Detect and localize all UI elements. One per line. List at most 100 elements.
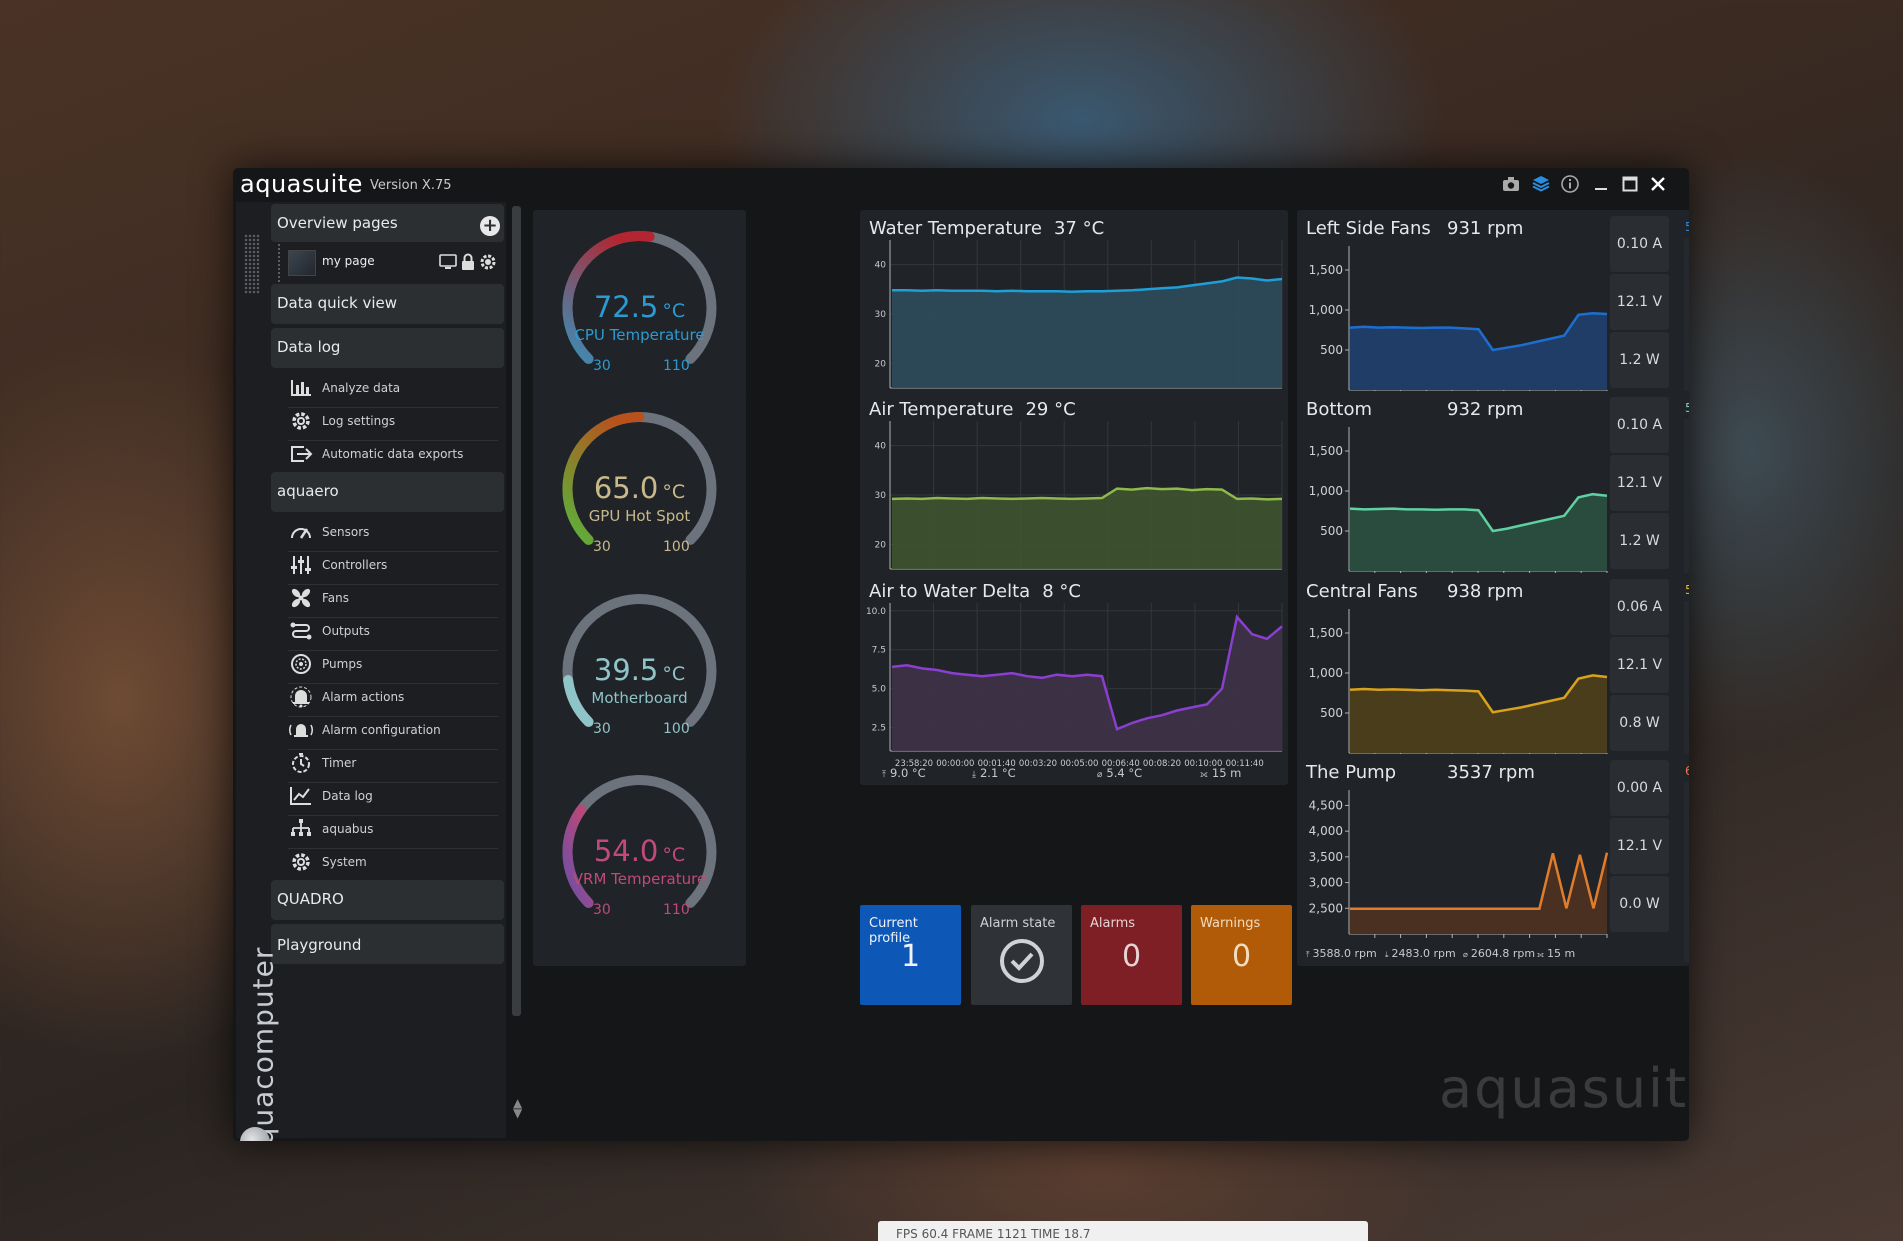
y-tick-label: 500 [1320, 706, 1343, 720]
status-tile-alarm-state[interactable]: Alarm state [971, 905, 1072, 1005]
line-chart-icon [288, 784, 316, 808]
dashboard: 72.5 °C CPU Temperature 30 110 65.0 °C GPU Hot … [525, 202, 1689, 1138]
y-tick-label: 1,500 [1309, 444, 1343, 458]
section-label: Data log [277, 338, 341, 356]
gauge-min: 30 [593, 902, 611, 918]
gauge-value: 39.5 °C [533, 653, 746, 687]
y-tick-label: 3,000 [1309, 876, 1343, 890]
y-tick-label: 1,500 [1309, 263, 1343, 277]
page-item-label: my page [322, 254, 375, 268]
add-page-icon[interactable]: + [480, 216, 500, 236]
gauge-number: 65.0 [593, 471, 659, 505]
series-area [1350, 852, 1607, 934]
y-tick-label: 2,500 [1309, 901, 1343, 915]
close-icon[interactable] [1647, 174, 1669, 194]
gauge-value: 72.5 °C [533, 290, 746, 324]
stat-icon: ⟗ [1537, 950, 1544, 959]
sidebar-item-label: Alarm actions [322, 690, 405, 704]
stat-value: 3588.0 rpm [1312, 947, 1377, 960]
lock-icon[interactable] [458, 252, 478, 272]
status-tile-warnings[interactable]: Warnings 0 [1191, 905, 1292, 1005]
fan-watt: 1.2 W [1610, 513, 1669, 569]
sidebar-item-system[interactable]: System [288, 844, 498, 882]
y-tick-label: 500 [1320, 343, 1343, 357]
gauge-card: 65.0 °C GPU Hot Spot 30 100 [533, 391, 746, 603]
layers-icon[interactable] [1530, 174, 1552, 194]
y-tick-label: 7.5 [872, 646, 886, 656]
fan-volt: 12.1 V [1610, 274, 1669, 330]
series-line [1350, 852, 1609, 911]
y-tick-label: 5.0 [872, 685, 887, 695]
stat-value: 5.4 °C [1106, 766, 1143, 780]
gauge-label: VRM Temperature [572, 870, 707, 888]
fan-amp: 0.10 A [1610, 216, 1669, 272]
gear-icon[interactable] [478, 252, 498, 272]
gauge-number: 54.0 [593, 834, 659, 868]
series-area [1350, 313, 1607, 390]
section-playground[interactable]: Playground [271, 924, 504, 964]
info-icon[interactable] [1559, 174, 1581, 194]
series-area [1350, 494, 1607, 571]
maximize-icon[interactable] [1619, 174, 1641, 194]
pump-icon [288, 652, 316, 676]
gauge-min: 30 [593, 721, 611, 737]
section-overview-pages[interactable]: Overview pages + [271, 204, 504, 242]
drag-handle[interactable] [244, 234, 260, 294]
gauge-max: 100 [663, 539, 690, 555]
minimize-icon[interactable] [1590, 174, 1612, 194]
app-window: aquasuite Version X.75 Overview pages + … [233, 168, 1689, 1141]
y-tick-label: 500 [1320, 524, 1343, 538]
section-aquaero[interactable]: aquaero [271, 472, 504, 512]
sidebar-item-automatic-data-exports[interactable]: Automatic data exports [288, 436, 498, 474]
fan-amp: 0.06 A [1610, 579, 1669, 635]
scroll-arrows-icon[interactable]: ▲ ▼ [513, 1097, 522, 1119]
sliders-icon [288, 553, 316, 577]
sidebar-item-label: aquabus [322, 822, 374, 836]
gauge-min: 30 [593, 358, 611, 374]
fan-stats: ⤒ 3588.0 rpm ⤓ 2483.0 rpm ⌀ 2604.8 rpm ⟗ 15 m [1297, 947, 1575, 961]
gauge-icon [288, 520, 316, 544]
section-data-quick-view[interactable]: Data quick view [271, 284, 504, 324]
section-data-log[interactable]: Data log [271, 328, 504, 368]
section-label: Data quick view [277, 294, 398, 312]
sidebar-item-label: Fans [322, 591, 350, 605]
fan-card: Bottom932 rpm1,5001,000500⤒966.0 rpm⤓491… [1297, 391, 1689, 603]
tile-value: 1 [900, 939, 921, 974]
y-tick-label: 30 [875, 310, 887, 320]
section-label: QUADRO [277, 890, 344, 908]
timer-icon [288, 751, 316, 775]
outputs-icon [288, 619, 316, 643]
gauge-value: 54.0 °C [533, 834, 746, 868]
power-level-bar [1684, 782, 1689, 962]
fan-watt: 0.0 W [1610, 876, 1669, 932]
series-area [1350, 675, 1607, 753]
gauge-number: 72.5 [593, 290, 659, 324]
sidebar-item-label: System [322, 855, 367, 869]
monitor-icon[interactable] [438, 252, 458, 272]
y-tick-label: 3,500 [1309, 850, 1343, 864]
gauge-unit: °C [662, 663, 686, 685]
chart-stat: ⤓ 2.1 °C [972, 766, 1016, 780]
fan-percent: 50 % [1685, 583, 1689, 597]
section-quadro[interactable]: QUADRO [271, 880, 504, 920]
page-item-my-page[interactable]: my page [278, 244, 504, 282]
fan-watt: 1.2 W [1610, 332, 1669, 388]
status-tile-current-profile[interactable]: Current profile 1 [860, 905, 961, 1005]
sidebar-scrollbar[interactable] [512, 206, 521, 1016]
sidebar-item-label: Outputs [322, 624, 370, 638]
fan-stat: ⌀ 2604.8 rpm [1463, 947, 1535, 960]
gauge-value: 65.0 °C [533, 471, 746, 505]
fps-overlay: FPS 60.4 FRAME 1121 TIME 18.7 [878, 1221, 1368, 1241]
camera-icon[interactable] [1500, 174, 1522, 194]
gauge-label: Motherboard [591, 689, 688, 707]
gauge-label: GPU Hot Spot [588, 507, 691, 525]
gauge-card: 54.0 °C VRM Temperature 30 110 [533, 754, 746, 966]
chart-stats: ⤒ 9.0 °C ⤓ 2.1 °C ⌀ 5.4 °C ⟗ 15 m [860, 766, 1288, 782]
stat-value: 2483.0 rpm [1391, 947, 1456, 960]
stat-icon: ⌀ [1097, 770, 1103, 780]
stat-icon: ⤒ [882, 770, 886, 780]
status-tile-alarms[interactable]: Alarms 0 [1081, 905, 1182, 1005]
fan-amp: 0.10 A [1610, 397, 1669, 453]
fan-volt: 12.1 V [1610, 637, 1669, 693]
stat-value: 15 m [1211, 766, 1242, 780]
